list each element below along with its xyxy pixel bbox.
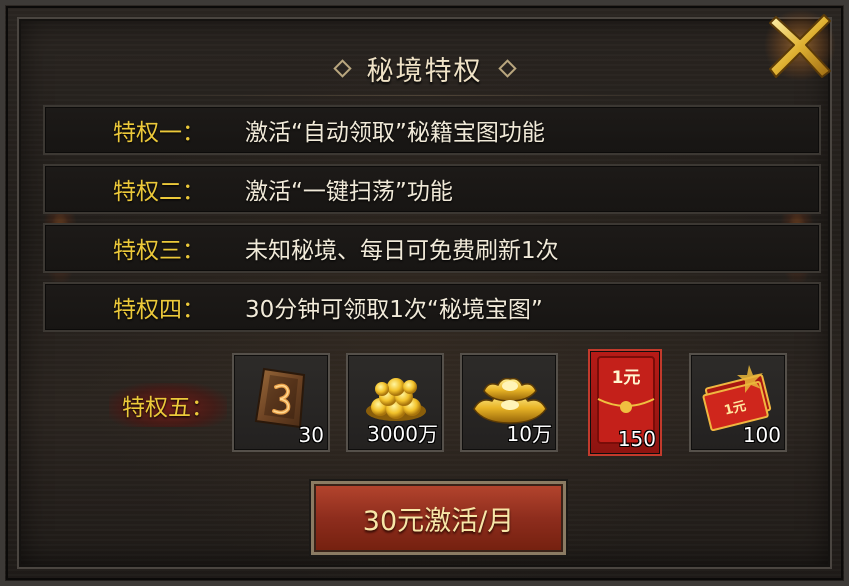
item-quantity: 3000万 — [367, 422, 438, 446]
diamond-ornament-icon — [332, 58, 352, 78]
privilege-description: 激活“自动领取”秘籍宝图功能 — [245, 120, 545, 146]
close-x-icon — [764, 9, 836, 81]
item-quantity: 30 — [298, 423, 324, 447]
title-bar: 秘境特权 — [5, 43, 844, 93]
privilege-dialog: 秘境特权 特权一： 激活“自动领取”秘籍宝图功能 特权二： 激活“一键扫荡”功能… — [0, 0, 849, 586]
item-quantity: 10万 — [506, 422, 552, 446]
privilege-description: 激活“一键扫荡”功能 — [245, 179, 453, 205]
privilege-label: 特权一： — [113, 120, 205, 146]
red-packet-bundle-icon: 1元 — [702, 365, 772, 431]
activate-button-label: 30元激活/月 — [362, 505, 515, 537]
privilege-row-2: 特权二： 激活“一键扫荡”功能 — [43, 164, 821, 214]
reward-slot-gold-coins[interactable]: 3000万 — [346, 353, 444, 452]
reward-slot-gold-ingots[interactable]: 10万 — [460, 353, 558, 452]
envelope-value-text: 1元 — [612, 368, 641, 388]
privilege-description: 30分钟可领取1次“秘境宝图” — [245, 297, 543, 323]
reward-slot-red-packets[interactable]: 1元 100 — [689, 353, 787, 452]
privilege-label: 特权二： — [113, 179, 205, 205]
privilege-row-3: 特权三： 未知秘境、每日可免费刷新1次 — [43, 223, 821, 273]
treasure-map-scroll-icon — [254, 367, 306, 429]
privilege-label: 特权三： — [113, 238, 205, 264]
privilege-row-1: 特权一： 激活“自动领取”秘籍宝图功能 — [43, 105, 821, 155]
item-quantity: 150 — [617, 427, 656, 451]
diamond-ornament-icon — [497, 58, 517, 78]
item-quantity: 100 — [742, 423, 781, 447]
reward-slot-treasure-map[interactable]: 30 — [232, 353, 330, 452]
close-button[interactable] — [762, 7, 838, 83]
reward-slot-red-envelope[interactable]: 1元 150 — [588, 349, 662, 456]
privilege-description: 未知秘境、每日可免费刷新1次 — [245, 238, 559, 264]
reward-label: 特权五： — [109, 383, 227, 427]
title-divider — [75, 95, 774, 96]
dialog-title: 秘境特权 — [366, 55, 483, 87]
privilege-list: 特权一： 激活“自动领取”秘籍宝图功能 特权二： 激活“一键扫荡”功能 特权三：… — [43, 105, 821, 341]
activate-button[interactable]: 30元激活/月 — [311, 481, 566, 555]
privilege-row-4: 特权四： 30分钟可领取1次“秘境宝图” — [43, 282, 821, 332]
privilege-label: 特权四： — [113, 297, 205, 323]
